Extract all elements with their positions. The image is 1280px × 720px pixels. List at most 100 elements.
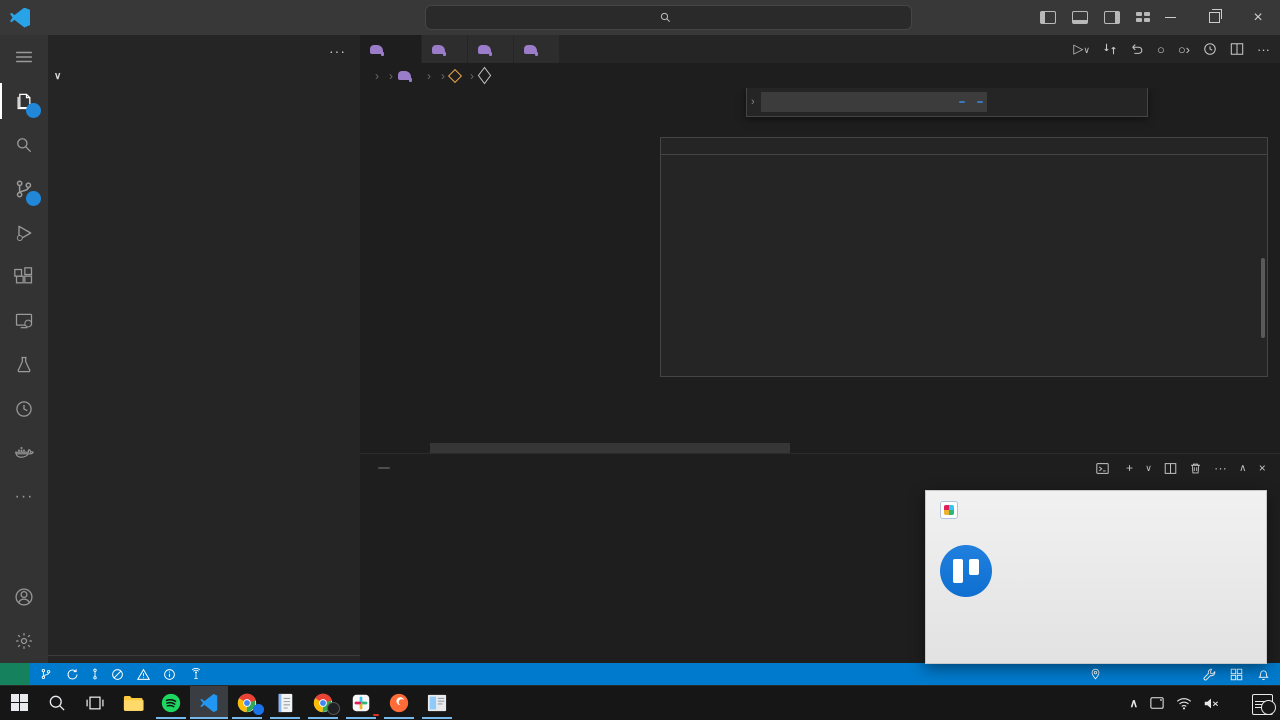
sidebar-item-run-debug[interactable] bbox=[0, 211, 48, 255]
chrome-profile1-button[interactable] bbox=[228, 686, 266, 719]
problems-summary[interactable] bbox=[111, 668, 180, 681]
terminal-dropdown-icon[interactable]: ∨ bbox=[1145, 463, 1152, 474]
php-file-icon bbox=[432, 45, 445, 54]
slack-button[interactable] bbox=[342, 686, 380, 719]
overview-ruler bbox=[1268, 88, 1280, 453]
explorer-badge bbox=[26, 103, 41, 118]
split-terminal-icon[interactable] bbox=[1164, 462, 1177, 475]
terminal-output[interactable] bbox=[360, 482, 1280, 488]
notification-center-icon[interactable] bbox=[1252, 694, 1272, 712]
workspace-root-folder[interactable]: ∨ bbox=[48, 66, 360, 86]
toggle-panel-icon[interactable] bbox=[1072, 11, 1088, 24]
compare-changes-icon[interactable] bbox=[1103, 42, 1117, 56]
tray-expand-icon[interactable]: ∧ bbox=[1130, 696, 1138, 710]
regex-toggle[interactable] bbox=[977, 101, 983, 103]
discard-icon[interactable] bbox=[1130, 42, 1144, 56]
sidebar-item-timeline[interactable] bbox=[0, 387, 48, 431]
explorer-more-actions-icon[interactable]: ··· bbox=[329, 43, 346, 59]
hover-tooltip bbox=[660, 137, 1268, 377]
whole-word-toggle[interactable] bbox=[968, 101, 974, 103]
task-view-button[interactable] bbox=[76, 686, 114, 719]
notepad-button[interactable] bbox=[266, 686, 304, 719]
sync-changes-icon[interactable] bbox=[66, 668, 79, 681]
shell-selector[interactable] bbox=[1096, 462, 1114, 475]
search-icon bbox=[47, 693, 67, 713]
wrench-icon[interactable] bbox=[1203, 668, 1216, 681]
postman-button[interactable] bbox=[380, 686, 418, 719]
chrome-profile-avatar-badge bbox=[327, 702, 340, 715]
search-icon bbox=[660, 12, 671, 23]
errors-icon bbox=[111, 668, 124, 681]
sidebar-item-remote-explorer[interactable] bbox=[0, 299, 48, 343]
window-minimize-button[interactable] bbox=[1148, 0, 1192, 35]
match-case-toggle[interactable] bbox=[959, 101, 965, 103]
editor-more-actions-icon[interactable]: ··· bbox=[1257, 42, 1270, 57]
close-panel-icon[interactable]: × bbox=[1259, 461, 1266, 475]
speaker-muted-icon[interactable] bbox=[1203, 697, 1219, 710]
find-input[interactable] bbox=[761, 92, 987, 112]
menu-icon[interactable] bbox=[0, 35, 48, 79]
sidebar-item-docker[interactable] bbox=[0, 431, 48, 475]
chrome-profile2-button[interactable] bbox=[304, 686, 342, 719]
tab-authserviceprovider[interactable] bbox=[360, 35, 422, 63]
tab-purchaseinvoice-2[interactable] bbox=[514, 35, 560, 63]
toggle-sidebar-icon[interactable] bbox=[1040, 11, 1056, 24]
window-close-button[interactable]: × bbox=[1236, 0, 1280, 35]
tab-purchaseinvoicepayment[interactable] bbox=[468, 35, 514, 63]
spotify-button[interactable] bbox=[152, 686, 190, 719]
trello-avatar bbox=[940, 545, 992, 597]
git-branch-item[interactable] bbox=[40, 668, 56, 680]
outline-section[interactable]: > bbox=[48, 655, 360, 663]
more-views-icon[interactable]: ··· bbox=[0, 475, 48, 519]
new-terminal-icon[interactable]: + bbox=[1126, 461, 1133, 475]
settings-gear-icon[interactable] bbox=[0, 619, 48, 663]
sidebar-item-testing[interactable] bbox=[0, 343, 48, 387]
vscode-icon bbox=[198, 692, 220, 714]
hover-scrollbar[interactable] bbox=[1261, 258, 1265, 338]
ports-item[interactable] bbox=[190, 668, 206, 680]
run-code-icon[interactable]: ▷∨ bbox=[1073, 41, 1090, 57]
ghost-circle-icon[interactable]: ○ bbox=[1157, 42, 1165, 57]
php-file-icon bbox=[370, 45, 383, 54]
history-icon[interactable] bbox=[1203, 42, 1217, 56]
panel-more-actions-icon[interactable]: ··· bbox=[1214, 461, 1227, 475]
git-blame-item[interactable] bbox=[1090, 668, 1105, 680]
gitlens-icon[interactable] bbox=[89, 668, 101, 680]
maximize-panel-icon[interactable]: ∧ bbox=[1239, 463, 1247, 474]
start-button[interactable] bbox=[0, 686, 38, 719]
feedback-grid-icon[interactable] bbox=[1230, 668, 1243, 681]
warnings-icon bbox=[137, 668, 150, 681]
find-expand-icon[interactable]: › bbox=[751, 96, 755, 108]
split-editor-icon[interactable] bbox=[1230, 42, 1244, 56]
notifications-bell-icon[interactable] bbox=[1257, 668, 1270, 681]
code-editor[interactable]: › bbox=[360, 88, 1280, 453]
window-restore-button[interactable] bbox=[1192, 0, 1236, 35]
account-icon[interactable] bbox=[0, 575, 48, 619]
vscode-button[interactable] bbox=[190, 686, 228, 719]
circle-arrow-icon[interactable]: ○› bbox=[1178, 42, 1190, 57]
postman-icon bbox=[388, 692, 410, 714]
php-file-icon bbox=[478, 45, 491, 54]
file-explorer-button[interactable] bbox=[114, 686, 152, 719]
app-window-icon bbox=[426, 693, 448, 713]
terminal-icon bbox=[1096, 462, 1109, 475]
toggle-secondary-sidebar-icon[interactable] bbox=[1104, 11, 1120, 24]
tablet-mode-icon[interactable] bbox=[1149, 696, 1165, 710]
tab-purchaseinvoice[interactable] bbox=[422, 35, 468, 63]
hover-signature bbox=[661, 142, 1267, 154]
sidebar-item-search[interactable] bbox=[0, 123, 48, 167]
wifi-icon[interactable] bbox=[1176, 697, 1192, 710]
tab-problems[interactable] bbox=[372, 454, 390, 482]
task-view-icon bbox=[85, 693, 105, 713]
sidebar-item-source-control[interactable] bbox=[0, 167, 48, 211]
kill-terminal-icon[interactable] bbox=[1189, 462, 1202, 475]
horizontal-scrollbar[interactable] bbox=[430, 443, 790, 453]
remote-explorer-icon bbox=[14, 311, 34, 331]
remote-indicator[interactable] bbox=[0, 663, 30, 685]
sidebar-item-explorer[interactable] bbox=[0, 79, 48, 123]
taskbar-search-button[interactable] bbox=[38, 686, 76, 719]
slack-notification[interactable] bbox=[925, 490, 1267, 664]
sidebar-item-extensions[interactable] bbox=[0, 255, 48, 299]
command-center-search[interactable] bbox=[425, 5, 912, 30]
app-window-button[interactable] bbox=[418, 686, 456, 719]
